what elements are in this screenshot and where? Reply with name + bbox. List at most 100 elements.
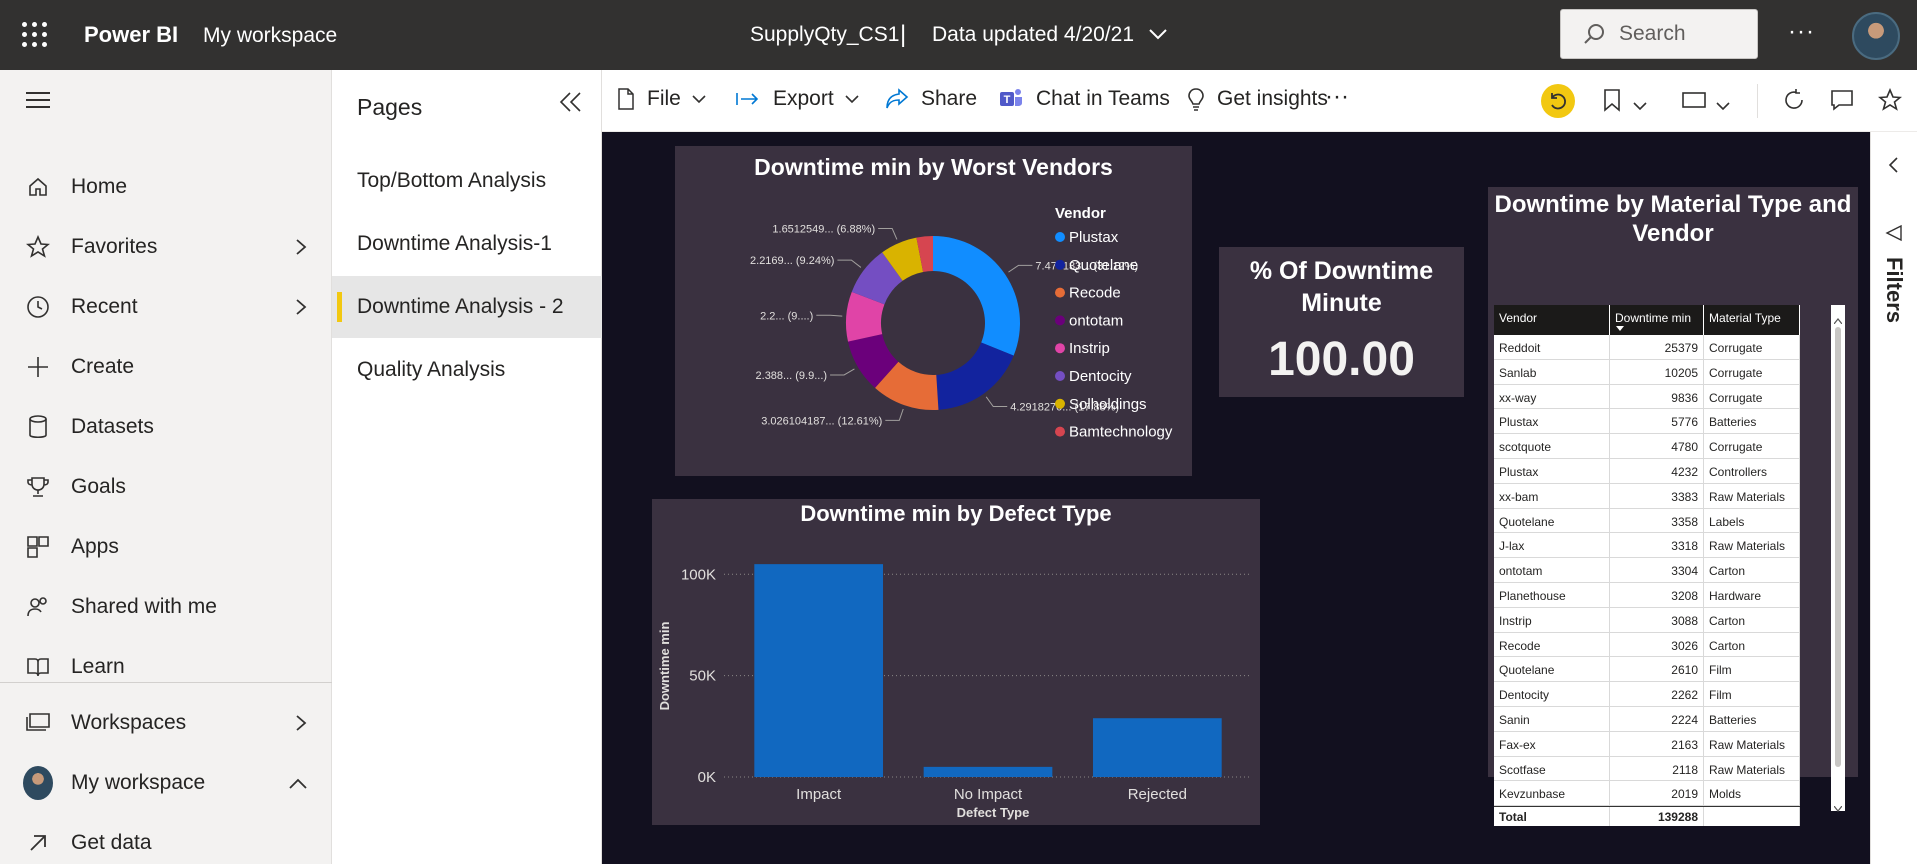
table-row[interactable]: J-lax 3318 Raw Materials bbox=[1494, 533, 1800, 559]
scroll-down-icon[interactable] bbox=[1833, 799, 1843, 812]
brand-name[interactable]: Power BI bbox=[84, 22, 178, 48]
nav-item-shared[interactable]: Shared with me bbox=[0, 582, 332, 632]
hamburger-menu-icon[interactable] bbox=[26, 92, 50, 113]
nav-item-datasets[interactable]: Datasets bbox=[0, 402, 332, 452]
table-cell: Corrugate bbox=[1704, 384, 1800, 409]
bar-no-impact[interactable] bbox=[923, 766, 1053, 777]
get-insights-button[interactable]: Get insights bbox=[1187, 87, 1328, 111]
scrollbar-thumb[interactable] bbox=[1835, 327, 1841, 767]
table-row[interactable]: Kevzunbase 2019 Molds bbox=[1494, 781, 1800, 807]
nav-item-get-data[interactable]: Get data bbox=[0, 818, 332, 864]
comment-icon[interactable] bbox=[1830, 88, 1854, 118]
nav-item-my-workspace[interactable]: My workspace bbox=[0, 758, 332, 808]
table-row[interactable]: Recode 3026 Carton bbox=[1494, 632, 1800, 658]
table-row[interactable]: Plustax 4232 Controllers bbox=[1494, 458, 1800, 484]
bar-chart[interactable]: 0K 50K 100K Downtime min Impact No Impact Reje… bbox=[652, 499, 1260, 825]
table-row[interactable]: Quotelane 3358 Labels bbox=[1494, 508, 1800, 534]
table-cell: scotquote bbox=[1494, 434, 1610, 458]
table-row[interactable]: xx-bam 3383 Raw Materials bbox=[1494, 483, 1800, 509]
file-menu[interactable]: File bbox=[617, 87, 719, 111]
legend-item-instrip[interactable]: Instrip bbox=[1069, 340, 1110, 357]
nav-item-workspaces[interactable]: Workspaces bbox=[0, 698, 332, 748]
table-row[interactable]: Sanlab 10205 Corrugate bbox=[1494, 359, 1800, 385]
bookmark-icon[interactable] bbox=[1602, 88, 1622, 118]
nav-item-create[interactable]: Create bbox=[0, 342, 332, 392]
table-row[interactable]: Scotfase 2118 Raw Materials bbox=[1494, 756, 1800, 782]
table-row[interactable]: Fax-ex 2163 Raw Materials bbox=[1494, 731, 1800, 757]
page-tab-quality[interactable]: Quality Analysis bbox=[332, 339, 602, 401]
donut-slice-quotelane[interactable] bbox=[936, 342, 1014, 410]
nav-item-apps[interactable]: Apps bbox=[0, 522, 332, 572]
data-updated[interactable]: Data updated 4/20/21 bbox=[932, 23, 1134, 47]
table-cell: Plustax bbox=[1494, 409, 1610, 434]
column-header-downtime[interactable]: Downtime min bbox=[1610, 305, 1704, 335]
table-cell: 2224 bbox=[1610, 706, 1704, 731]
view-icon[interactable] bbox=[1681, 90, 1707, 116]
table-cell: Kevzunbase bbox=[1494, 781, 1610, 806]
nav-item-favorites[interactable]: Favorites bbox=[0, 222, 332, 272]
bar-chart-card[interactable]: Downtime min by Defect Type 0K 50K 100K Dow… bbox=[652, 499, 1260, 825]
collapse-pane-icon[interactable] bbox=[558, 90, 584, 119]
filters-pane[interactable]: Filters bbox=[1870, 132, 1917, 864]
table-row[interactable]: Reddoit 25379 Corrugate bbox=[1494, 335, 1800, 360]
search-box[interactable]: Search bbox=[1560, 9, 1758, 59]
chevron-down-icon[interactable] bbox=[1632, 94, 1648, 118]
nav-item-recent[interactable]: Recent bbox=[0, 282, 332, 332]
table-row[interactable]: scotquote 4780 Corrugate bbox=[1494, 434, 1800, 459]
column-header-material[interactable]: Material Type bbox=[1704, 305, 1800, 335]
chat-in-teams-button[interactable]: T Chat in Teams bbox=[998, 87, 1170, 111]
nav-item-home[interactable]: Home bbox=[0, 162, 332, 212]
refresh-icon[interactable] bbox=[1782, 88, 1806, 118]
app-launcher-icon[interactable] bbox=[22, 22, 48, 48]
chevron-right-icon[interactable] bbox=[294, 713, 308, 739]
table-card[interactable]: Downtime by Material Type and Vendor Ven… bbox=[1488, 187, 1858, 827]
chevron-right-icon[interactable] bbox=[294, 237, 308, 263]
nav-item-learn[interactable]: Learn bbox=[0, 642, 332, 692]
table-row[interactable]: Planethouse 3208 Hardware bbox=[1494, 582, 1800, 608]
table-cell: Scotfase bbox=[1494, 756, 1610, 781]
table-row[interactable]: Plustax 5776 Batteries bbox=[1494, 409, 1800, 435]
donut-slice-plustax[interactable] bbox=[933, 236, 1020, 356]
chevron-right-icon[interactable] bbox=[294, 297, 308, 323]
scroll-up-icon[interactable] bbox=[1833, 311, 1843, 325]
table-row[interactable]: ontotam 3304 Carton bbox=[1494, 558, 1800, 583]
donut-chart[interactable]: 7.470133... (31.12%)4.2918270... (17.88%… bbox=[675, 146, 1192, 476]
kpi-card[interactable]: % Of Downtime Minute 100.00 bbox=[1219, 247, 1464, 397]
table-row[interactable]: xx-way 9836 Corrugate bbox=[1494, 384, 1800, 410]
share-button[interactable]: Share bbox=[885, 87, 977, 111]
bar-impact[interactable] bbox=[754, 564, 884, 777]
favorite-star-icon[interactable] bbox=[1877, 87, 1903, 118]
more-options-icon[interactable]: ··· bbox=[1788, 18, 1815, 46]
donut-chart-card[interactable]: Downtime min by Worst Vendors 7.470133..… bbox=[675, 146, 1192, 476]
chevron-up-icon[interactable] bbox=[288, 773, 308, 797]
nav-item-goals[interactable]: Goals bbox=[0, 462, 332, 512]
page-tab-top-bottom[interactable]: Top/Bottom Analysis bbox=[332, 150, 602, 212]
legend-item-quotelane[interactable]: Quotelane bbox=[1069, 257, 1138, 274]
chevron-down-icon[interactable] bbox=[1148, 24, 1168, 49]
page-tab-downtime-1[interactable]: Downtime Analysis-1 bbox=[332, 213, 602, 275]
legend-item-dentocity[interactable]: Dentocity bbox=[1069, 368, 1132, 385]
user-avatar[interactable] bbox=[1852, 12, 1900, 60]
legend-item-recode[interactable]: Recode bbox=[1069, 285, 1121, 302]
table-scrollbar[interactable] bbox=[1831, 305, 1845, 812]
workspace-link[interactable]: My workspace bbox=[203, 24, 337, 48]
legend-item-ontotam[interactable]: ontotam bbox=[1069, 312, 1123, 329]
table-row[interactable]: Instrip 3088 Carton bbox=[1494, 607, 1800, 633]
reset-icon[interactable] bbox=[1541, 84, 1575, 118]
expand-filters-icon[interactable] bbox=[1887, 156, 1899, 179]
donut-data-label: 2.388... (9.9...) bbox=[756, 370, 828, 382]
export-menu[interactable]: Export bbox=[735, 87, 872, 111]
legend-item-plustax[interactable]: Plustax bbox=[1069, 229, 1119, 246]
table-row[interactable]: Quotelane 2610 Film bbox=[1494, 657, 1800, 683]
legend-item-bamtechnology[interactable]: Bamtechnology bbox=[1069, 424, 1173, 441]
legend-item-solholdings[interactable]: Solholdings bbox=[1069, 396, 1147, 413]
chevron-down-icon[interactable] bbox=[1715, 94, 1731, 118]
filters-label[interactable]: Filters bbox=[1881, 257, 1907, 323]
more-options-icon[interactable]: ··· bbox=[1325, 83, 1349, 111]
bar-rejected[interactable] bbox=[1092, 718, 1222, 777]
table-row[interactable]: Sanin 2224 Batteries bbox=[1494, 706, 1800, 732]
table-row[interactable]: Dentocity 2262 Film bbox=[1494, 682, 1800, 707]
report-toolbar: File Export Share T Chat in Teams Get in… bbox=[602, 70, 1917, 132]
column-header-vendor[interactable]: Vendor bbox=[1494, 305, 1610, 335]
page-tab-downtime-2[interactable]: Downtime Analysis - 2 bbox=[332, 276, 602, 338]
